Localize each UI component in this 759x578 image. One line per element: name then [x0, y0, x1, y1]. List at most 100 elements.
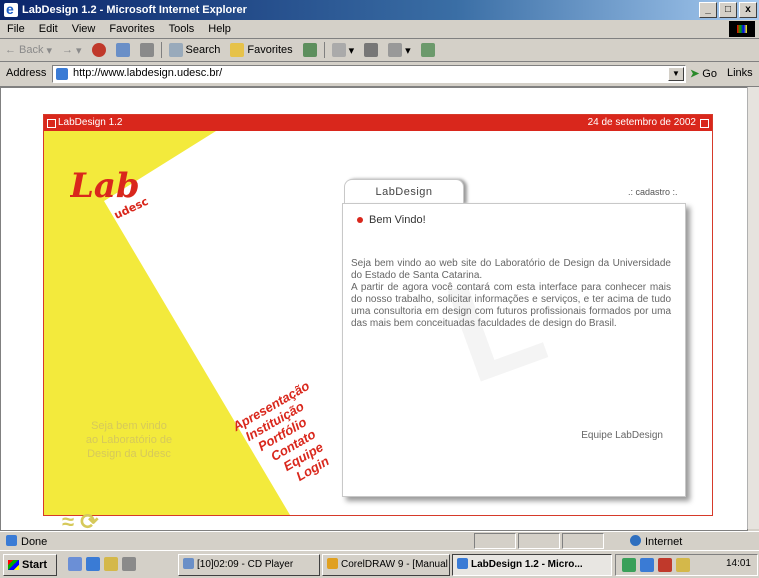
menu-favorites[interactable]: Favorites [102, 20, 161, 38]
history-button[interactable] [298, 43, 322, 57]
window-controls: _ □ x [699, 2, 757, 18]
chevron-down-icon: ▾ [405, 44, 411, 57]
go-arrow-icon: ➤ [690, 68, 700, 80]
toolbar-divider [160, 42, 162, 58]
vertical-scrollbar[interactable] [747, 87, 759, 529]
mail-button[interactable]: ▾ [327, 43, 360, 57]
mail-icon [331, 43, 346, 57]
home-icon [139, 43, 154, 57]
history-icon [302, 43, 317, 57]
cd-player-icon [183, 558, 194, 569]
ie-quicklaunch-icon[interactable] [86, 557, 100, 571]
print-icon [364, 43, 379, 57]
menu-tools[interactable]: Tools [162, 20, 202, 38]
site-header-date: 24 de setembro de 2002 [587, 117, 696, 128]
task-labdesign[interactable]: LabDesign 1.2 - Micro... [452, 554, 612, 576]
status-text: Done [6, 535, 47, 548]
tray-icon[interactable] [622, 558, 636, 572]
address-label: Address [6, 67, 47, 79]
coreldraw-icon [327, 558, 338, 569]
print-button[interactable] [359, 43, 383, 57]
signature: Equipe LabDesign [581, 430, 663, 441]
task-label: CorelDRAW 9 - [Manual d... [341, 559, 449, 570]
search-button[interactable]: Search [164, 43, 226, 57]
favorites-button[interactable]: Favorites [225, 43, 297, 57]
menu-file[interactable]: File [0, 20, 32, 38]
welcome-left-line: Design da Udesc [87, 448, 171, 460]
taskbar: Start [10]02:09 - CD Player CorelDRAW 9 … [0, 550, 759, 578]
maximize-button[interactable]: □ [719, 2, 737, 18]
cadastro-link[interactable]: .: cadastro :. [628, 187, 678, 197]
address-dropdown-button[interactable]: ▼ [668, 67, 684, 81]
search-icon [168, 43, 183, 57]
volume-icon[interactable] [676, 558, 690, 572]
title-bar[interactable]: LabDesign 1.2 - Microsoft Internet Explo… [0, 0, 759, 20]
minimize-button[interactable]: _ [699, 2, 717, 18]
menu-help[interactable]: Help [201, 20, 238, 38]
status-pane [518, 533, 560, 549]
home-button[interactable] [135, 43, 159, 57]
tray-icon[interactable] [640, 558, 654, 572]
chevron-down-icon: ▾ [348, 44, 355, 57]
ie-icon [457, 558, 468, 569]
square-icon [47, 119, 56, 128]
start-button[interactable]: Start [3, 554, 57, 576]
site-header-bar: LabDesign 1.2 24 de setembro de 2002 [44, 115, 712, 131]
chevron-down-icon: ▾ [46, 44, 52, 57]
address-url: http://www.labdesign.udesc.br/ [73, 67, 223, 79]
discuss-icon [420, 43, 435, 57]
task-cd-player[interactable]: [10]02:09 - CD Player [178, 554, 320, 576]
welcome-paragraph: Seja bem vindo ao web site do Laboratóri… [351, 258, 671, 281]
back-label: Back [19, 44, 44, 56]
media-icon[interactable] [122, 557, 136, 571]
task-label: [10]02:09 - CD Player [197, 559, 294, 570]
forward-button[interactable]: → ▾ [57, 44, 87, 57]
welcome-heading: Bem Vindo! [357, 214, 426, 226]
welcome-left-line: ao Laboratório de [85, 434, 173, 446]
welcome-paragraph: A partir de agora você contará com esta … [351, 282, 671, 329]
edit-icon [388, 43, 403, 57]
discuss-button[interactable] [416, 43, 440, 57]
back-arrow-icon: ← [5, 44, 16, 56]
page-icon [56, 68, 68, 80]
task-coreldraw[interactable]: CorelDRAW 9 - [Manual d... [322, 554, 450, 576]
stop-button[interactable] [87, 43, 111, 57]
links-button[interactable]: Links [727, 67, 753, 79]
refresh-button[interactable] [111, 43, 135, 57]
show-desktop-icon[interactable] [68, 557, 82, 571]
security-zone: Internet [630, 535, 682, 548]
stop-icon [91, 43, 106, 57]
clock[interactable]: 14:01 [726, 558, 751, 569]
back-button[interactable]: ← Back ▾ [0, 44, 57, 57]
status-pane [474, 533, 516, 549]
address-bar: Address http://www.labdesign.udesc.br/ ▼… [0, 62, 759, 87]
tray-icon[interactable] [658, 558, 672, 572]
tab-labdesign[interactable]: LabDesign [344, 179, 464, 204]
system-tray: 14:01 [615, 554, 758, 576]
start-label: Start [22, 559, 48, 571]
forward-arrow-icon: → [62, 44, 73, 56]
ie-icon [4, 0, 18, 19]
welcome-left-text: Seja bem vindo ao Laboratório de Design … [54, 419, 204, 461]
edit-button[interactable]: ▾ [383, 43, 416, 57]
outlook-icon[interactable] [104, 557, 118, 571]
svg-text:Lab: Lab [70, 166, 140, 206]
site-body: Lab udesc Seja bem vindo ao Laboratório … [44, 131, 712, 530]
status-bar: Done Internet [0, 531, 759, 550]
menu-view[interactable]: View [65, 20, 103, 38]
lab-logo-graphic: Lab udesc [70, 166, 150, 222]
go-label: Go [702, 68, 717, 80]
close-button[interactable]: x [739, 2, 757, 18]
favorites-icon [230, 43, 245, 57]
favorites-label: Favorites [247, 44, 293, 56]
address-input[interactable]: http://www.labdesign.udesc.br/ ▼ [52, 65, 686, 83]
go-button[interactable]: ➤ Go [690, 67, 717, 80]
decorative-footer-graphic: ≈ ⟳ [62, 509, 99, 531]
welcome-left-line: Seja bem vindo [91, 420, 167, 432]
task-label: LabDesign 1.2 - Micro... [471, 559, 583, 570]
menu-edit[interactable]: Edit [32, 20, 65, 38]
site-frame: LabDesign 1.2 24 de setembro de 2002 Lab… [43, 114, 713, 530]
chevron-down-icon: ▾ [76, 44, 82, 57]
content-panel: L Bem Vindo! Seja bem vindo ao web site … [342, 203, 686, 497]
window-title: LabDesign 1.2 - Microsoft Internet Explo… [22, 4, 247, 16]
